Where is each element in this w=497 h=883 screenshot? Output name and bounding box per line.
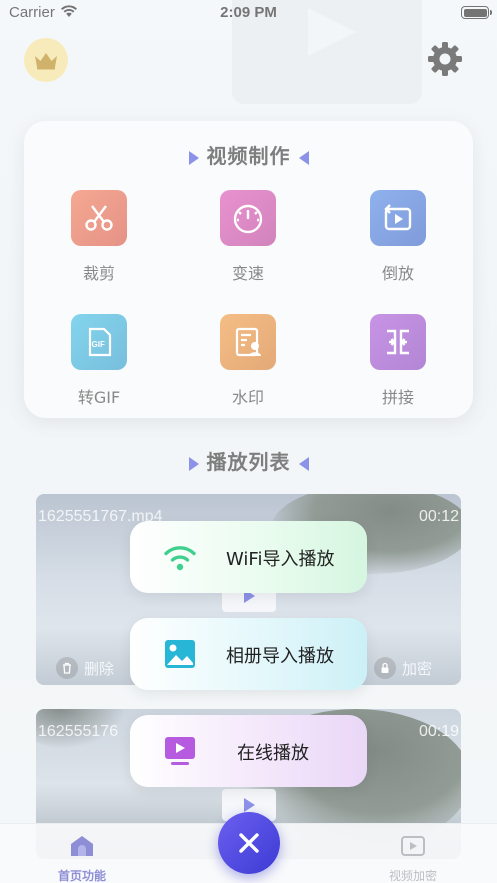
album-import-button[interactable]: 相册导入播放 [130,618,367,690]
wifi-icon [164,546,196,571]
online-play-button[interactable]: 在线播放 [130,715,367,787]
wifi-import-button[interactable]: WiFi导入播放 [130,521,367,593]
close-menu-button[interactable] [218,812,280,874]
menu-option-label: 在线播放 [237,743,309,764]
menu-option-label: WiFi导入播放 [226,549,335,570]
home-screen: Carrier 2:09 PM 视频制作 裁剪 变速 倒放 GIF 转GIF 水… [0,0,497,883]
close-icon [239,833,259,853]
menu-option-label: 相册导入播放 [226,646,334,667]
photo-album-icon [165,640,195,668]
online-tv-icon [165,737,195,765]
